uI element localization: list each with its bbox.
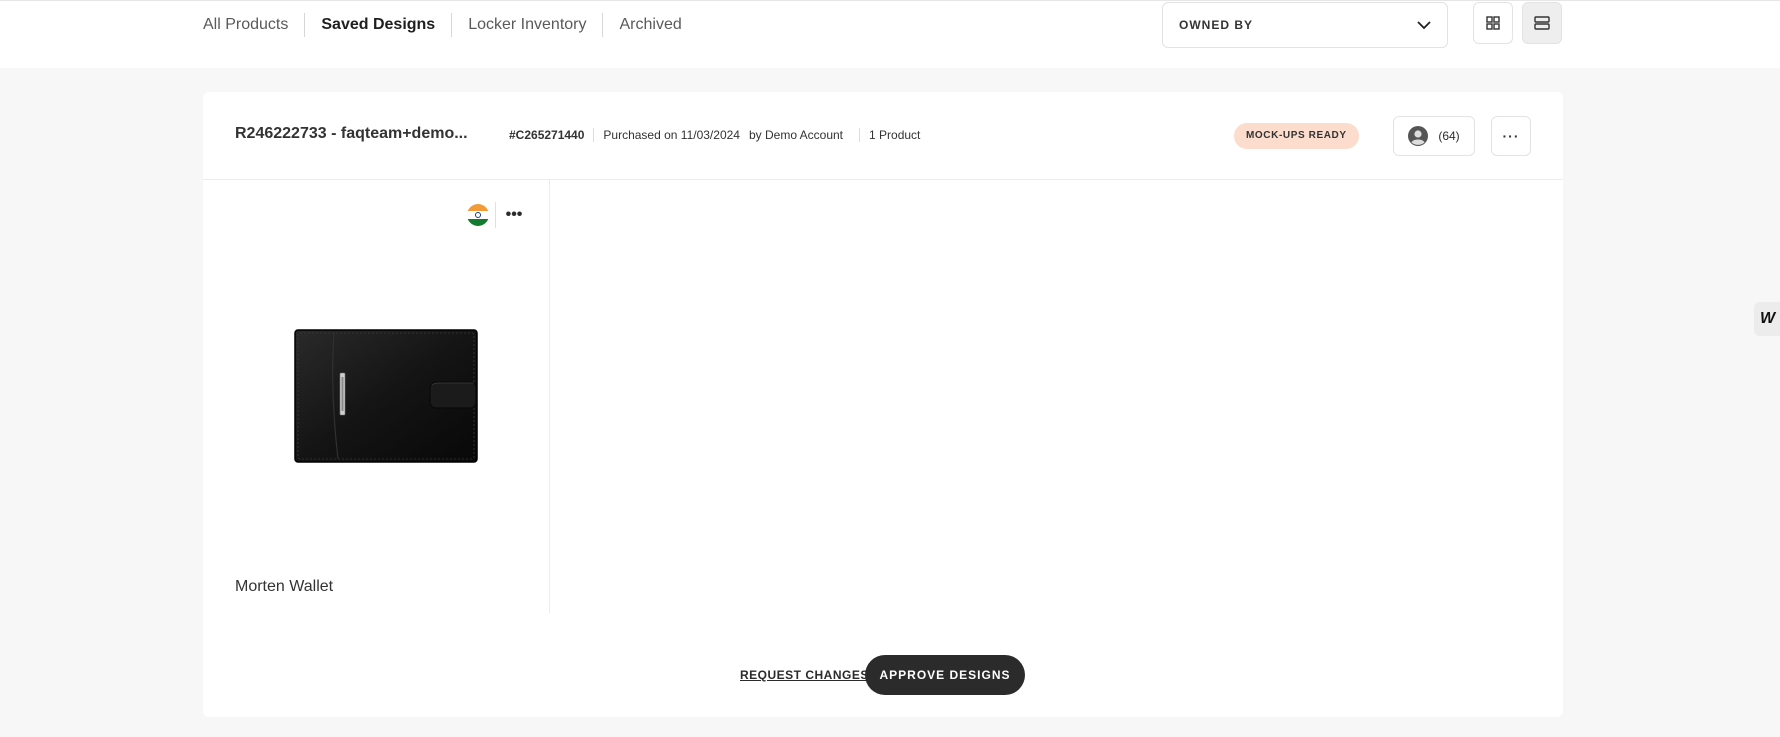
grid-view-button[interactable] <box>1473 2 1513 44</box>
purchased-by: by Demo Account <box>740 128 861 142</box>
order-title[interactable]: R246222733 - faqteam+demo... <box>235 125 468 143</box>
top-nav-bar: All Products Saved Designs Locker Invent… <box>0 0 1780 68</box>
owned-by-label: OWNED BY <box>1179 18 1253 32</box>
design-actions: REQUEST CHANGES APPROVE DESIGNS <box>203 655 1563 695</box>
users-button[interactable]: (64) <box>1393 116 1475 156</box>
order-more-button[interactable]: ··· <box>1491 116 1531 156</box>
approve-designs-button[interactable]: APPROVE DESIGNS <box>865 655 1025 695</box>
list-view-icon <box>1534 16 1550 30</box>
more-icon: ••• <box>505 206 523 223</box>
purchase-date: Purchased on 11/03/2024 <box>603 128 740 142</box>
order-meta: #C265271440 Purchased on 11/03/2024 by D… <box>509 128 920 142</box>
product-count: 1 Product <box>869 128 921 142</box>
product-name[interactable]: Morten Wallet <box>235 578 333 596</box>
chevron-down-icon <box>1417 20 1431 29</box>
order-header: R246222733 - faqteam+demo... #C265271440… <box>203 92 1563 180</box>
product-tile: ••• Morten Wallet <box>203 180 550 613</box>
tab-locker-inventory[interactable]: Locker Inventory <box>451 13 602 37</box>
order-card: R246222733 - faqteam+demo... #C265271440… <box>203 92 1563 717</box>
side-widget-label: W <box>1760 310 1776 327</box>
grid-view-icon <box>1486 16 1500 30</box>
users-count: (64) <box>1438 129 1460 143</box>
list-view-button[interactable] <box>1522 2 1562 44</box>
status-badge: MOCK-UPS READY <box>1234 123 1359 149</box>
wallet-product-image[interactable] <box>294 329 478 463</box>
tab-all-products[interactable]: All Products <box>203 13 304 37</box>
tab-saved-designs[interactable]: Saved Designs <box>304 13 451 37</box>
side-widget-tab[interactable]: W <box>1754 302 1780 336</box>
request-changes-link[interactable]: REQUEST CHANGES <box>740 668 869 682</box>
divider <box>495 202 496 228</box>
owned-by-dropdown[interactable]: OWNED BY <box>1162 2 1448 48</box>
user-avatar-icon <box>1408 126 1429 146</box>
tab-archived[interactable]: Archived <box>602 13 697 37</box>
more-icon: ··· <box>1502 128 1520 144</box>
order-number: #C265271440 <box>509 128 595 142</box>
product-more-button[interactable]: ••• <box>503 202 525 228</box>
india-flag-icon[interactable] <box>467 204 489 226</box>
product-tabs: All Products Saved Designs Locker Invent… <box>203 13 698 37</box>
